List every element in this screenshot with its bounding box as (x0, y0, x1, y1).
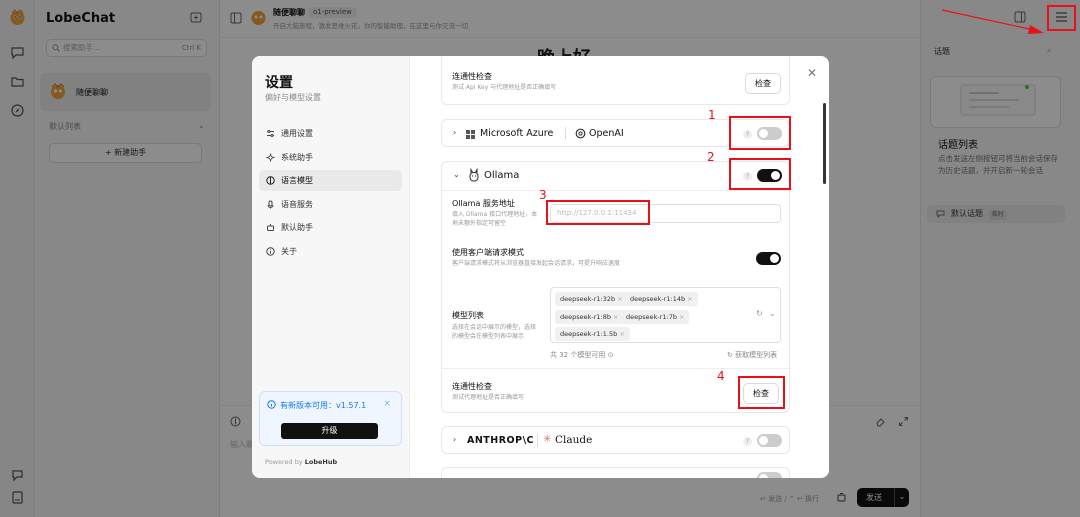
check-label-top: 连通性检查 (452, 72, 492, 81)
model-tag[interactable]: deepseek-r1:8b × (555, 310, 624, 324)
chevron-down-icon[interactable]: ⌄ (453, 170, 460, 179)
chevron-right-icon[interactable]: › (453, 128, 456, 137)
client-mode-toggle[interactable] (756, 252, 781, 265)
endpoint-desc: 填入 Ollama 接口代理地址，本地未额外指定可留空 (452, 211, 538, 227)
annotation-number: 1 (708, 108, 716, 122)
annotation-box-menu (1047, 5, 1076, 31)
nav-general-label: 通用设置 (281, 129, 313, 138)
fetch-models-link[interactable]: ↻ 获取模型列表 (727, 350, 777, 360)
powered-by-prefix: Powered by (265, 458, 303, 466)
nav-about[interactable]: 关于 (259, 241, 402, 262)
annotation-box-4 (738, 376, 785, 409)
nav-about-label: 关于 (281, 247, 297, 256)
annotation-box-1 (729, 116, 791, 150)
check-button-top[interactable]: 检查 (745, 73, 781, 94)
model-list-label: 模型列表 (452, 311, 484, 320)
provider-next[interactable] (441, 467, 790, 478)
openai-logo-icon (575, 128, 586, 139)
brain-icon (266, 176, 275, 185)
nav-llm-label: 语言模型 (281, 176, 313, 185)
ollama-name: Ollama (484, 170, 520, 181)
microsoft-logo-icon (466, 130, 475, 139)
check-label: 连通性检查 (452, 382, 492, 391)
model-select[interactable]: deepseek-r1:32b × deepseek-r1:14b × deepse… (550, 287, 781, 343)
nav-tts[interactable]: 语音服务 (259, 194, 402, 215)
check-desc: 测试代理地址是否正确填写 (452, 394, 525, 401)
modal-close-icon[interactable]: ✕ (807, 66, 817, 80)
help-icon[interactable]: ? (743, 437, 752, 446)
nav-tts-label: 语音服务 (281, 200, 313, 209)
nav-general[interactable]: 通用设置 (259, 123, 402, 144)
fetch-models-label: 获取模型列表 (735, 351, 778, 359)
update-card: 有新版本可用：v1.57.1 × 升级 (259, 391, 402, 446)
check-card-top: 连通性检查 测试 Api Key 与代理地址是否正确填写 检查 (441, 56, 790, 105)
info-icon (266, 247, 275, 256)
chevron-right-icon[interactable]: › (453, 435, 456, 444)
anthropic-toggle[interactable] (757, 434, 782, 447)
annotation-box-2 (729, 158, 791, 190)
divider (537, 434, 538, 447)
refresh-icon[interactable]: ↻ (756, 309, 763, 318)
azure-name: Microsoft Azure (480, 128, 554, 139)
annotation-arrow (941, 9, 1044, 34)
chevron-down-icon[interactable]: ⌄ (769, 309, 776, 318)
mic-icon (266, 200, 275, 209)
divider (442, 368, 791, 369)
model-list-desc: 选择在会话中展示的模型，选择的模型会在模型列表中展示 (452, 324, 537, 340)
annotation-number: 2 (707, 150, 715, 164)
model-tag-label: deepseek-r1:14b (630, 295, 686, 303)
nav-default-agent[interactable]: 默认助手 (259, 217, 402, 238)
close-icon[interactable]: × (383, 399, 391, 409)
client-mode-desc: 客户端请求模式将从浏览器直接发起会话请求，可提升响应速度 (452, 260, 621, 267)
settings-subtitle: 偏好与模型设置 (265, 93, 321, 102)
model-tag[interactable]: deepseek-r1:32b × (555, 292, 628, 306)
powered-by-brand[interactable]: LobeHub (305, 458, 337, 466)
endpoint-label: Ollama 服务地址 (452, 199, 515, 208)
scrollbar[interactable] (823, 103, 826, 184)
nav-system-agent[interactable]: 系统助手 (259, 147, 402, 168)
model-tag[interactable]: deepseek-r1:14b × (625, 292, 698, 306)
sliders-icon (266, 129, 275, 138)
sparkles-icon (266, 153, 275, 162)
upgrade-button[interactable]: 升级 (281, 423, 378, 439)
client-mode-label: 使用客户端请求模式 (452, 248, 524, 257)
settings-title: 设置 (265, 75, 293, 91)
settings-sidebar: 设置 偏好与模型设置 通用设置 系统助手 语言模型 语音服务 默认助手 关于 有… (252, 56, 410, 478)
next-provider-toggle[interactable] (757, 472, 782, 478)
openai-name: OpenAI (589, 128, 624, 139)
claude-logo-icon: ✳ (543, 434, 552, 445)
models-available: 共 32 个模型可用 ⊙ (550, 351, 614, 359)
divider (442, 190, 791, 191)
model-tag-label: deepseek-r1:8b (560, 313, 612, 321)
models-available-text: 共 32 个模型可用 (550, 351, 606, 359)
claude-name: Claude (555, 434, 593, 446)
model-tag-label: deepseek-r1:1.5b (560, 330, 618, 338)
model-tag-label: deepseek-r1:7b (626, 313, 678, 321)
powered-by: Powered by LobeHub (265, 458, 337, 466)
annotation-number: 4 (717, 369, 725, 383)
check-desc-top: 测试 Api Key 与代理地址是否正确填写 (452, 84, 557, 91)
model-tag[interactable]: deepseek-r1:1.5b × (555, 327, 630, 341)
anthropic-name: ANTHROP\C (467, 435, 535, 446)
info-circle-icon (267, 400, 276, 409)
provider-anthropic[interactable]: › ANTHROP\C ✳ Claude ? (441, 426, 790, 454)
model-tag-label: deepseek-r1:32b (560, 295, 616, 303)
model-tag[interactable]: deepseek-r1:7b × (621, 310, 690, 324)
divider (565, 127, 566, 140)
annotation-box-3 (546, 200, 650, 225)
nav-system-agent-label: 系统助手 (281, 153, 313, 162)
ollama-logo-icon (468, 168, 480, 182)
nav-llm[interactable]: 语言模型 (259, 170, 402, 191)
nav-default-agent-label: 默认助手 (281, 223, 313, 232)
update-text: 有新版本可用：v1.57.1 (280, 401, 367, 410)
bot-icon (266, 223, 275, 232)
